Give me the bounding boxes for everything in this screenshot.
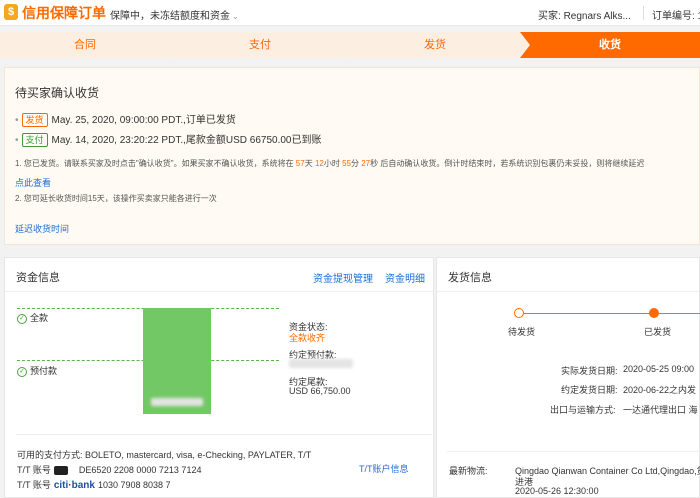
unit-hours: 小时	[323, 159, 343, 168]
logistics-label: 最新物流:	[449, 466, 488, 476]
tracker-line	[519, 313, 651, 314]
bank-logo-icon	[53, 466, 68, 476]
tracker-node-pending	[514, 308, 524, 318]
fund-info-panel: 资金信息 资金提现管理 资金明细 ✓ 全款 ✓ 预付款 资金状态: 全款收齐 约定预…	[4, 257, 434, 498]
note-text: 1. 您已发货。请联系买家及时点击"确认收货"。如果买家不确认收货，系统将在	[15, 159, 296, 168]
step-payment: 支付	[172, 32, 348, 58]
actual-ship-date-label: 实际发货日期:	[561, 366, 618, 376]
page-title: 信用保障订单	[22, 5, 106, 21]
fund-divider	[16, 434, 432, 435]
page-header: $ 信用保障订单 保障中，未冻结额度和资金 ⌄ 买家: Regnars Alks.…	[0, 0, 700, 26]
export-method-value: 一达通代理出口 海	[623, 405, 698, 415]
fund-panel-header: 资金信息 资金提现管理 资金明细	[5, 258, 433, 292]
assurance-status[interactable]: 保障中，未冻结额度和资金 ⌄	[110, 7, 239, 22]
confirm-receipt-panel: 待买家确认收货 • 发货 May. 25, 2020, 09:00:00 PDT.,…	[4, 67, 700, 245]
countdown-hours: 12	[314, 159, 324, 168]
bullet-icon: •	[15, 135, 19, 146]
redacted-prepay-amount	[289, 359, 353, 368]
tracker-node-shipped	[649, 308, 659, 318]
shipping-divider	[447, 451, 700, 452]
fund-detail-link[interactable]: 资金明细	[385, 270, 425, 285]
check-icon: ✓	[17, 366, 27, 377]
event-paid: • 支付 May. 14, 2020, 23:20:22 PDT.,尾款金额USD …	[15, 131, 321, 147]
buyer-info: 买家: Regnars Alks...	[538, 7, 631, 22]
bank-text: bank	[71, 480, 95, 491]
see-more-link[interactable]: 点此查看	[15, 176, 51, 189]
order-number-label: 订单编号: 1	[652, 11, 700, 22]
chevron-down-icon: ⌄	[232, 12, 239, 21]
confirm-title: 待买家确认收货	[15, 86, 100, 100]
withdraw-management-link[interactable]: 资金提现管理	[313, 270, 373, 285]
citi-text: citi	[53, 480, 69, 491]
prepay-label: ✓ 预付款	[17, 364, 57, 377]
step-arrow	[170, 32, 180, 58]
tt-label: T/T 账号	[17, 480, 51, 490]
auto-confirm-note: 1. 您已发货。请联系买家及时点击"确认收货"。如果买家不确认收货，系统将在 5…	[15, 158, 644, 169]
agreed-ship-date-value: 2020-06-22之内发	[623, 385, 697, 395]
prepay-text: 预付款	[30, 366, 58, 376]
shipping-tracker: 待发货 已发货	[437, 302, 700, 342]
paid-tag: 支付	[21, 133, 48, 147]
shipping-title: 发货信息	[448, 272, 492, 284]
payment-methods: 可用的支付方式: BOLETO, mastercard, visa, e-Che…	[17, 450, 312, 460]
shipping-info-panel: 发货信息 待发货 已发货 实际发货日期: 2020-05-25 09:00 约定…	[436, 257, 700, 498]
buyer-label: 买家:	[538, 11, 561, 22]
fund-status-value: 全款收齐	[289, 333, 326, 343]
tt-label: T/T 账号	[17, 465, 51, 475]
countdown-days: 57	[295, 159, 305, 168]
step-contract: 合同	[0, 32, 170, 58]
tt-account-number: 1030 7908 8038 7	[97, 480, 171, 490]
unit-minutes: 分	[350, 159, 362, 168]
tt-account-row-1: T/T 账号 DE6520 2208 0000 7213 7124	[17, 463, 201, 476]
step-receipt: 收货	[520, 32, 700, 58]
note-text-2: 秒 后自动确认收货。倒计时结束时，若系统识别包裹仍未妥投，则将继续延迟	[370, 159, 645, 168]
order-progress-steps: 合同 支付 发货 收货	[0, 32, 700, 58]
check-icon: ✓	[17, 313, 27, 324]
shipped-tag: 发货	[21, 113, 48, 127]
bullet-icon: •	[15, 115, 19, 126]
fund-bar-chart: ✓ 全款 ✓ 预付款	[17, 302, 279, 414]
header-divider	[643, 6, 644, 20]
export-method-label: 出口与运输方式:	[550, 405, 616, 415]
countdown-seconds: 27	[361, 159, 371, 168]
redacted-amount	[151, 398, 203, 406]
tt-account-row-2: T/T 账号 citi·bank 1030 7908 8038 7	[17, 478, 171, 491]
balance-value: USD 66,750.00	[289, 386, 351, 396]
event-shipped: • 发货 May. 25, 2020, 09:00:00 PDT.,订单已发货	[15, 111, 236, 127]
tracker-line-next	[659, 313, 700, 314]
extend-receipt-link[interactable]: 延迟收货时间	[15, 222, 69, 235]
buyer-name[interactable]: Regnars Alks...	[564, 11, 631, 22]
tracker-label-pending: 待发货	[508, 327, 536, 337]
extend-note: 2. 您可延长收货时间15天，该操作买卖家只能各进行一次	[15, 194, 217, 203]
logistics-time: 2020-05-26 12:30:00	[515, 486, 599, 496]
event-shipped-text: May. 25, 2020, 09:00:00 PDT.,订单已发货	[51, 115, 236, 126]
event-paid-text: May. 14, 2020, 23:20:22 PDT.,尾款金额USD 667…	[51, 135, 322, 146]
tt-account-info-link[interactable]: T/T账户信息	[359, 462, 409, 475]
step-shipping: 发货	[350, 32, 520, 58]
logistics-value: Qingdao Qianwan Container Co Ltd,Qingdao…	[515, 466, 700, 476]
actual-ship-date-value: 2020-05-25 09:00	[623, 364, 695, 374]
trade-assurance-icon: $	[4, 4, 18, 20]
step-arrow	[520, 32, 530, 58]
shipping-panel-header: 发货信息	[437, 258, 699, 292]
countdown-minutes: 55	[342, 159, 351, 168]
citibank-logo-icon: citi·bank	[54, 480, 95, 491]
full-amount-text: 全款	[30, 313, 49, 323]
full-amount-label: ✓ 全款	[17, 311, 48, 324]
tracker-label-shipped: 已发货	[644, 327, 672, 337]
tt-account-number: DE6520 2208 0000 7213 7124	[78, 465, 202, 475]
step-arrow	[348, 32, 358, 58]
fund-title: 资金信息	[16, 272, 60, 284]
assurance-status-text: 保障中，未冻结额度和资金	[110, 11, 230, 22]
agreed-ship-date-label: 约定发货日期:	[561, 385, 618, 395]
unit-days: 天	[304, 159, 315, 168]
